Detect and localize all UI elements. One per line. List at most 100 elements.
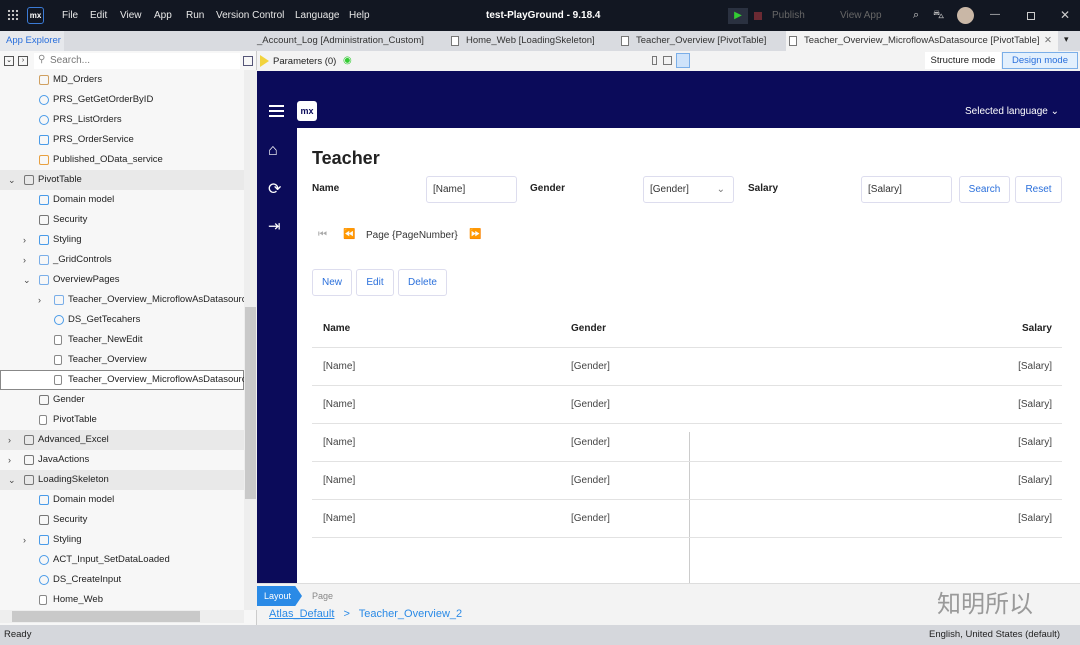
tree-item[interactable]: ⌄ PivotTable (0, 170, 244, 190)
menu-view[interactable]: View (120, 10, 142, 21)
chevron-down-icon[interactable]: ⌄ (23, 270, 31, 290)
stop-button[interactable] (754, 12, 762, 20)
refresh-icon[interactable]: ⟳ (268, 179, 281, 199)
restore-button[interactable] (1027, 12, 1035, 20)
tree-item[interactable]: Teacher_Overview (0, 350, 244, 370)
table-row[interactable] (312, 386, 1062, 423)
hamburger-menu-icon[interactable] (269, 105, 284, 117)
new-button[interactable]: New (312, 269, 352, 296)
cart-icon[interactable]: ⛍ (933, 9, 944, 23)
chevron-right-icon[interactable]: › (38, 290, 41, 310)
search-input[interactable]: Search... (50, 55, 90, 66)
avatar[interactable] (957, 7, 974, 24)
close-icon[interactable]: ✕ (1044, 31, 1052, 51)
scrollbar-thumb[interactable] (12, 611, 200, 622)
tab-document[interactable]: Teacher_Overview [PivotTable] (618, 31, 783, 51)
menu-edit[interactable]: Edit (90, 10, 107, 21)
tree-item[interactable]: Security (0, 510, 244, 530)
tree-item[interactable]: › _GridControls (0, 250, 244, 270)
tree-item[interactable]: ⌄ LoadingSkeleton (0, 470, 244, 490)
tabs-overflow-icon[interactable]: ▾ (1064, 34, 1069, 45)
layout-link[interactable]: Atlas_Default (269, 608, 334, 620)
column-header-salary[interactable]: Salary (1022, 323, 1052, 334)
vertical-scrollbar[interactable] (244, 70, 257, 610)
run-button[interactable]: ▶ (728, 8, 748, 24)
first-page-icon[interactable]: ⏮ (318, 229, 327, 240)
tab-document[interactable]: Home_Web [LoadingSkeleton] (448, 31, 608, 51)
chevron-right-icon[interactable]: › (8, 450, 11, 470)
tree-item[interactable]: ACT_Input_SetDataLoaded (0, 550, 244, 570)
tree-item[interactable]: PivotTable (0, 410, 244, 430)
tablet-view-icon[interactable] (663, 56, 672, 65)
tree-item[interactable]: Domain model (0, 190, 244, 210)
language-selector[interactable]: Selected language ⌄ (965, 106, 1059, 117)
table-row[interactable] (312, 424, 1062, 461)
tree-item[interactable]: PRS_OrderService (0, 130, 244, 150)
structure-mode-button[interactable]: Structure mode (925, 52, 1001, 69)
tree-item[interactable]: › Teacher_Overview_MicroflowAsDatasource (0, 290, 244, 310)
menu-help[interactable]: Help (349, 10, 370, 21)
table-row[interactable] (312, 348, 1062, 385)
minimize-button[interactable]: — (990, 9, 1000, 20)
chevron-down-icon[interactable]: ⌄ (8, 170, 16, 190)
previous-page-icon[interactable]: ⏪ (343, 229, 355, 240)
gender-select[interactable]: [Gender] ⌄ (643, 176, 734, 203)
name-input[interactable]: [Name] (426, 176, 517, 203)
tree-item[interactable]: Home_Web (0, 590, 244, 610)
logout-icon[interactable]: ⇥ (268, 217, 281, 235)
reset-button[interactable]: Reset (1015, 176, 1062, 203)
chevron-right-icon[interactable]: › (23, 250, 26, 270)
tab-document[interactable]: _Account_Log [Administration_Custom] (240, 31, 440, 51)
design-mode-button[interactable]: Design mode (1002, 52, 1078, 69)
menu-version-control[interactable]: Version Control (216, 10, 284, 21)
scrollbar-thumb[interactable] (245, 307, 256, 499)
chevron-right-icon[interactable]: › (23, 230, 26, 250)
tree-item[interactable]: DS_GetTecahers (0, 310, 244, 330)
column-header-gender[interactable]: Gender (571, 323, 606, 334)
chevron-right-icon[interactable]: › (23, 530, 26, 550)
tree-item[interactable]: Teacher_NewEdit (0, 330, 244, 350)
salary-input[interactable]: [Salary] (861, 176, 952, 203)
page-link[interactable]: Teacher_Overview_2 (359, 608, 462, 620)
tree-item[interactable]: › Styling (0, 230, 244, 250)
horizontal-scrollbar[interactable] (0, 610, 244, 623)
tree-item[interactable]: Security (0, 210, 244, 230)
search-button[interactable]: Search (959, 176, 1010, 203)
tree-item[interactable]: › Styling (0, 530, 244, 550)
publish-button[interactable]: Publish (772, 10, 805, 21)
tree-item[interactable]: Gender (0, 390, 244, 410)
home-icon[interactable]: ⌂ (268, 142, 278, 160)
page-tab[interactable]: Page (312, 591, 333, 601)
tree-item[interactable]: DS_CreateInput (0, 570, 244, 590)
desktop-view-icon[interactable] (676, 53, 690, 68)
tree-item[interactable]: Published_OData_service (0, 150, 244, 170)
phone-view-icon[interactable] (652, 56, 657, 65)
delete-button[interactable]: Delete (398, 269, 447, 296)
tree-item[interactable]: MD_Orders (0, 70, 244, 90)
layout-tab[interactable]: Layout (257, 586, 302, 606)
next-page-icon[interactable]: ⏩ (469, 229, 481, 240)
tree-item[interactable]: Teacher_Overview_MicroflowAsDatasource (0, 370, 244, 390)
menu-run[interactable]: Run (186, 10, 204, 21)
tab-document[interactable]: Teacher_Overview_MicroflowAsDatasource [… (786, 31, 1058, 51)
sync-icon[interactable] (243, 56, 253, 66)
table-row[interactable] (312, 500, 1062, 537)
menu-file[interactable]: File (62, 10, 78, 21)
edit-button[interactable]: Edit (356, 269, 394, 296)
tree-item[interactable]: › Advanced_Excel (0, 430, 244, 450)
search-input-box[interactable]: ⚲ Search... (34, 53, 240, 69)
chat-icon[interactable]: ⌕ (913, 9, 919, 22)
chevron-right-icon[interactable]: › (8, 430, 11, 450)
menu-language[interactable]: Language (295, 10, 340, 21)
close-window-button[interactable]: ✕ (1060, 8, 1070, 22)
tree-item[interactable]: › JavaActions (0, 450, 244, 470)
view-app-button[interactable]: View App (828, 10, 882, 21)
menu-app[interactable]: App (154, 10, 172, 21)
parameters-button[interactable]: Parameters (0) (273, 56, 336, 67)
tree-item[interactable]: PRS_ListOrders (0, 110, 244, 130)
tree-item[interactable]: ⌄ OverviewPages (0, 270, 244, 290)
app-grid-icon[interactable] (7, 9, 19, 21)
tree-item[interactable]: PRS_GetGetOrderByID (0, 90, 244, 110)
tree-item[interactable]: Domain model (0, 490, 244, 510)
collapse-all-icon[interactable]: ⌄ (4, 56, 14, 66)
